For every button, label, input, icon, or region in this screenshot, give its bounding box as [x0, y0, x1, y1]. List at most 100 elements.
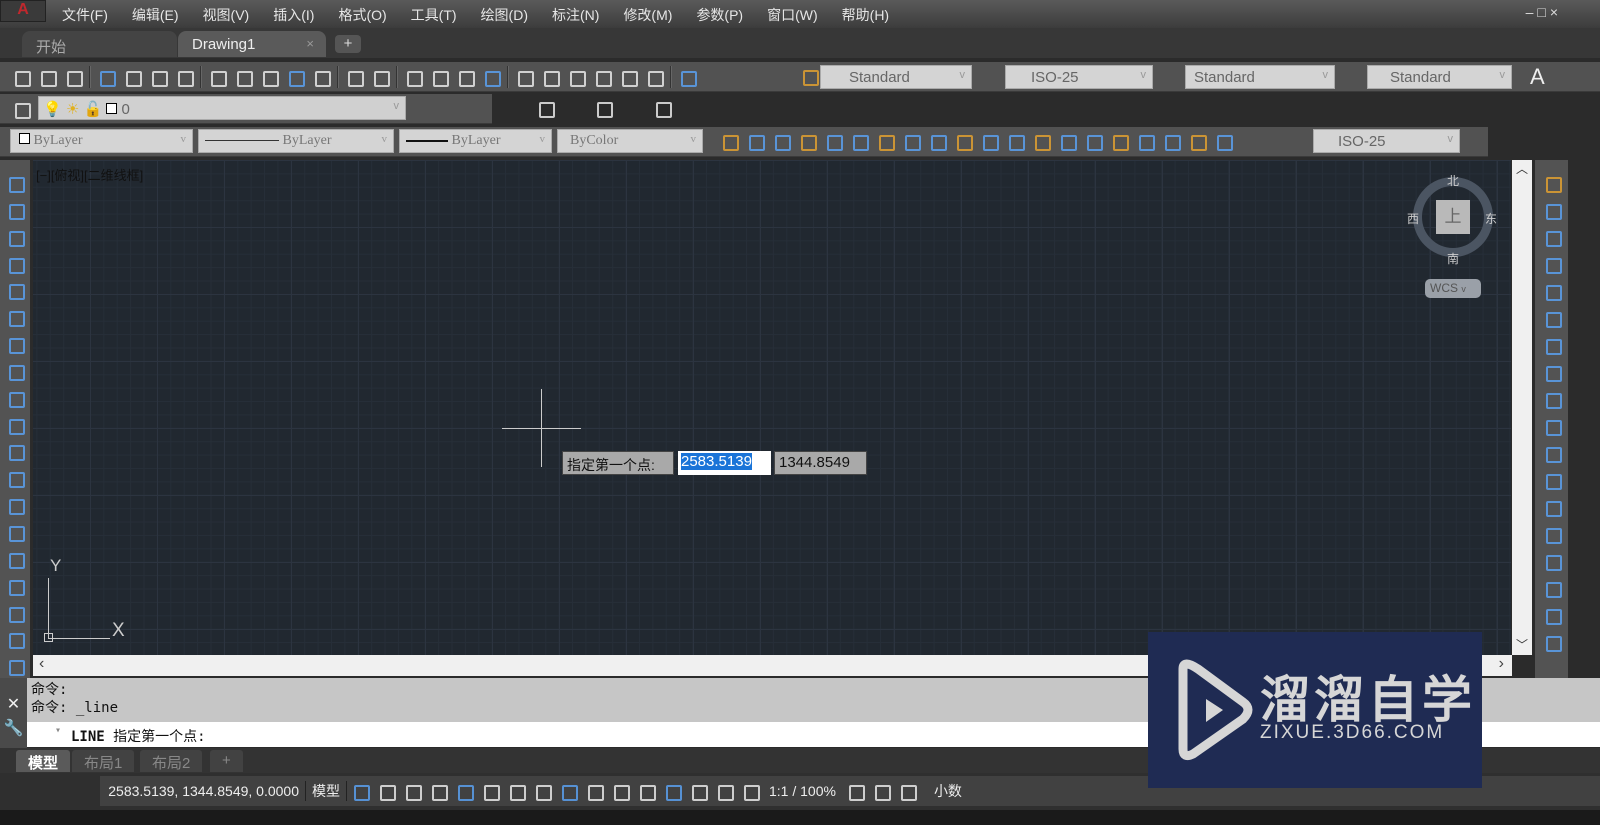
lineweight-icon[interactable] [584, 781, 604, 801]
ellipse-icon[interactable] [5, 415, 25, 436]
break-at-point-icon[interactable] [1542, 470, 1562, 491]
stretch-icon[interactable] [1542, 389, 1562, 410]
tool-palettes-icon[interactable] [566, 67, 586, 87]
menu-item[interactable]: 窗口(W) [767, 5, 818, 25]
scroll-right-icon[interactable]: › [1499, 655, 1504, 673]
compass-east[interactable]: 东 [1485, 210, 1497, 227]
dynamic-ucs-icon[interactable] [428, 781, 448, 801]
menu-item[interactable]: 插入(I) [273, 5, 314, 25]
text-style-dropdown[interactable]: Standard v [820, 65, 972, 89]
revision-cloud-icon[interactable] [5, 361, 25, 382]
zoom-realtime-icon[interactable] [429, 67, 449, 87]
selection-cycling-icon[interactable] [636, 781, 656, 801]
hatch-icon[interactable] [5, 549, 25, 570]
block-editor-icon[interactable] [311, 67, 331, 87]
menu-item[interactable]: 文件(F) [62, 5, 108, 25]
gizmo-icon[interactable] [740, 781, 760, 801]
annotation-monitor-icon[interactable] [871, 781, 891, 801]
new-icon[interactable] [11, 67, 31, 87]
point-icon[interactable] [5, 522, 25, 543]
rectangle-icon[interactable] [5, 280, 25, 301]
redo-icon[interactable] [370, 67, 390, 87]
open-icon[interactable] [37, 67, 57, 87]
print-icon[interactable] [96, 67, 116, 87]
undo-icon[interactable] [344, 67, 364, 87]
publish-icon[interactable] [148, 67, 168, 87]
copy-icon[interactable] [233, 67, 253, 87]
offset-icon[interactable] [1542, 254, 1562, 275]
gradient-icon[interactable] [5, 576, 25, 597]
fillet-icon[interactable] [1542, 578, 1562, 599]
grid-icon[interactable] [350, 781, 370, 801]
markup-icon[interactable] [618, 67, 638, 87]
calculator-icon[interactable] [644, 67, 664, 87]
make-block-icon[interactable] [5, 495, 25, 516]
render-icon[interactable] [174, 67, 194, 87]
scroll-down-icon[interactable]: ﹀ [1512, 636, 1532, 653]
object-snap-tracking-icon[interactable] [532, 781, 552, 801]
inspection-icon[interactable] [1109, 131, 1129, 151]
dim-update-icon[interactable] [1213, 131, 1233, 151]
layer-state-icon[interactable] [652, 98, 672, 118]
quick-properties-icon[interactable] [897, 781, 917, 801]
dim-style-dropdown[interactable]: ISO-25 v [1005, 65, 1153, 89]
linear-dim-icon[interactable] [719, 131, 739, 151]
center-mark-icon[interactable] [1083, 131, 1103, 151]
layer-dropdown[interactable]: 💡 ☀ 🔓 0v [38, 96, 406, 120]
jogged-linear-icon[interactable] [1135, 131, 1155, 151]
spline-icon[interactable] [5, 388, 25, 409]
construction-line-icon[interactable] [5, 200, 25, 221]
application-logo[interactable]: A [0, 0, 46, 22]
viewcube-top-face[interactable]: 上 [1436, 200, 1470, 234]
rotate-icon[interactable] [1542, 335, 1562, 356]
chamfer-icon[interactable] [1542, 551, 1562, 572]
tab-drawing1[interactable]: Drawing1 × [178, 31, 326, 57]
workspace-icon[interactable] [845, 781, 865, 801]
compass-north[interactable]: 北 [1447, 172, 1459, 189]
menu-item[interactable]: 视图(V) [203, 5, 250, 25]
text-style-icon[interactable] [799, 66, 819, 86]
isodraft-icon[interactable] [506, 781, 526, 801]
mtext-icon[interactable] [5, 656, 25, 677]
design-center-icon[interactable] [540, 67, 560, 87]
aligned-dim-icon[interactable] [745, 131, 765, 151]
table-icon[interactable] [5, 629, 25, 650]
dim-style-dropdown-2[interactable]: ISO-25 v [1313, 129, 1460, 153]
transparency-icon[interactable] [610, 781, 630, 801]
save-icon[interactable] [63, 67, 83, 87]
compass-south[interactable]: 南 [1447, 250, 1459, 267]
dim-edit-icon[interactable] [1161, 131, 1181, 151]
array-icon[interactable] [1542, 281, 1562, 302]
ordinate-dim-icon[interactable] [797, 131, 817, 151]
scroll-up-icon[interactable]: ︿ [1512, 160, 1532, 177]
menu-item[interactable]: 格式(O) [338, 5, 386, 25]
tab-model[interactable]: 模型 [16, 750, 71, 772]
object-snap-icon[interactable] [558, 781, 578, 801]
coordinates-readout[interactable]: 2583.5139, 1344.8549, 0.0000 [100, 783, 305, 799]
units-dropdown[interactable]: 小数 [920, 781, 1022, 801]
menu-item[interactable]: 绘图(D) [481, 5, 528, 25]
help-icon[interactable] [677, 67, 697, 87]
break-icon[interactable] [1542, 497, 1562, 518]
ucs-dropdown[interactable]: WCS v [1425, 279, 1481, 298]
menu-item[interactable]: 标注(N) [552, 5, 599, 25]
zoom-previous-icon[interactable] [481, 67, 501, 87]
zoom-window-icon[interactable] [455, 67, 475, 87]
circle-icon[interactable] [5, 334, 25, 355]
jogged-dim-icon[interactable] [849, 131, 869, 151]
text-icon[interactable]: A [1530, 64, 1545, 90]
tab-layout2[interactable]: 布局2 [140, 750, 203, 772]
linetype-dropdown[interactable]: ByLayer v [198, 129, 394, 153]
diameter-dim-icon[interactable] [875, 131, 895, 151]
dynamic-ucs-toggle-icon[interactable] [688, 781, 708, 801]
new-tab-button[interactable]: + [335, 35, 361, 53]
drawing-canvas[interactable] [33, 160, 1511, 655]
quick-dim-icon[interactable] [927, 131, 947, 151]
layer-properties-icon[interactable] [11, 99, 31, 119]
sheet-set-icon[interactable] [592, 67, 612, 87]
explode-icon[interactable] [1542, 632, 1562, 653]
make-current-layer-icon[interactable] [535, 98, 555, 118]
ortho-icon[interactable] [454, 781, 474, 801]
menu-item[interactable]: 修改(M) [623, 5, 672, 25]
continue-dim-icon[interactable] [979, 131, 999, 151]
